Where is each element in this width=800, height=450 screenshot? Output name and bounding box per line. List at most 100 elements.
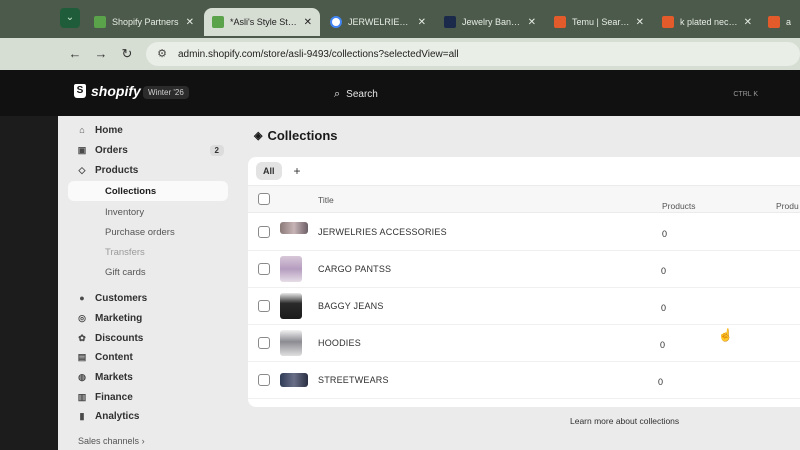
admin-main: ⌂ Home ▣ Orders 2 ◇ Products Collections… bbox=[58, 116, 800, 450]
browser-tab[interactable]: JERWELRIES ACC ✕ bbox=[322, 8, 434, 36]
sidebar-item-analytics[interactable]: ▮ Analytics bbox=[68, 406, 228, 426]
close-icon[interactable]: ✕ bbox=[298, 17, 312, 28]
temu-icon bbox=[662, 16, 674, 28]
hand-cursor-icon: ☝ bbox=[718, 328, 733, 342]
row-checkbox[interactable] bbox=[258, 300, 270, 312]
browser-tab-active[interactable]: *Asli's Style Stud ✕ bbox=[204, 8, 320, 36]
chevron-right-icon: › bbox=[141, 436, 145, 446]
sidebar-item-marketing[interactable]: ◎ Marketing bbox=[68, 308, 228, 328]
column-products[interactable]: Products bbox=[662, 201, 696, 211]
close-icon[interactable]: ✕ bbox=[412, 17, 426, 28]
url-text: admin.shopify.com/store/asli-9493/collec… bbox=[178, 48, 459, 60]
tab-label: Temu | Search JE bbox=[572, 17, 630, 27]
collection-title[interactable]: HOODIES bbox=[318, 338, 361, 348]
collection-title[interactable]: STREETWEARS bbox=[318, 375, 389, 385]
collection-title[interactable]: BAGGY JEANS bbox=[318, 301, 384, 311]
search-shortcut: CTRL K bbox=[733, 90, 758, 98]
tab-search-menu-button[interactable]: ⌄ bbox=[60, 8, 80, 28]
product-count: 0 bbox=[661, 266, 667, 276]
view-tab-all[interactable]: All bbox=[256, 162, 282, 180]
sidebar-item-label: Analytics bbox=[95, 410, 140, 422]
close-icon[interactable]: ✕ bbox=[522, 17, 536, 28]
sidebar-item-finance[interactable]: ▥ Finance bbox=[68, 387, 228, 407]
table-row[interactable]: JERWELRIES ACCESSORIES 0 bbox=[248, 214, 800, 251]
row-checkbox[interactable] bbox=[258, 337, 270, 349]
collection-title[interactable]: JERWELRIES ACCESSORIES bbox=[318, 227, 447, 237]
collection-thumbnail bbox=[280, 330, 302, 356]
shopify-logo[interactable]: S shopify bbox=[74, 83, 141, 99]
browser-tab[interactable]: Jewelry Banner ✕ bbox=[436, 8, 544, 36]
collection-thumbnail bbox=[280, 256, 302, 282]
collection-tag-icon: ◈ bbox=[254, 130, 263, 142]
sidebar-item-orders[interactable]: ▣ Orders 2 bbox=[68, 140, 228, 160]
sidebar-item-inventory[interactable]: Inventory bbox=[68, 202, 228, 222]
shopify-icon bbox=[212, 16, 224, 28]
search-bar[interactable]: ⌕ Search CTRL K bbox=[326, 82, 766, 106]
site-settings-icon[interactable]: ⚙ bbox=[154, 46, 170, 62]
row-checkbox[interactable] bbox=[258, 263, 270, 275]
target-icon: ◎ bbox=[78, 313, 86, 323]
product-count: 0 bbox=[662, 229, 668, 239]
bar-chart-icon: ▮ bbox=[79, 411, 85, 421]
collection-thumbnail bbox=[280, 373, 308, 387]
table-row[interactable]: STREETWEARS 0 bbox=[248, 362, 800, 399]
browser-tab[interactable]: Shopify Partners ✕ bbox=[86, 8, 202, 36]
sidebar-item-purchase-orders[interactable]: Purchase orders bbox=[68, 222, 228, 242]
sales-channels-link[interactable]: Sales channels › bbox=[78, 436, 145, 446]
orders-count-badge: 2 bbox=[209, 144, 224, 156]
page-title-text: Collections bbox=[267, 128, 338, 143]
browser-tab[interactable]: a y2 bbox=[760, 8, 800, 36]
sidebar: ⌂ Home ▣ Orders 2 ◇ Products Collections… bbox=[58, 116, 234, 450]
temu-icon bbox=[768, 16, 780, 28]
sidebar-item-customers[interactable]: ● Customers bbox=[68, 288, 228, 308]
table-row[interactable]: CARGO PANTSS 0 bbox=[248, 251, 800, 288]
table-row[interactable]: BAGGY JEANS 0 bbox=[248, 288, 800, 325]
address-bar[interactable]: ⚙ admin.shopify.com/store/asli-9493/coll… bbox=[146, 42, 800, 66]
collection-title[interactable]: CARGO PANTSS bbox=[318, 264, 391, 274]
sidebar-item-markets[interactable]: ◍ Markets bbox=[68, 367, 228, 387]
column-product-conditions[interactable]: Produ bbox=[776, 201, 799, 211]
sidebar-item-products[interactable]: ◇ Products bbox=[68, 160, 228, 180]
row-checkbox[interactable] bbox=[258, 374, 270, 386]
sidebar-item-transfers[interactable]: Transfers bbox=[68, 242, 228, 262]
product-count: 0 bbox=[661, 303, 667, 313]
sidebar-item-content[interactable]: ▤ Content bbox=[68, 347, 228, 367]
sidebar-item-collections[interactable]: Collections bbox=[68, 181, 228, 201]
home-icon: ⌂ bbox=[79, 125, 85, 135]
close-icon[interactable]: ✕ bbox=[180, 17, 194, 28]
person-icon: ● bbox=[79, 293, 85, 303]
view-tabs: All + bbox=[256, 161, 301, 181]
tab-label: JERWELRIES ACC bbox=[348, 17, 412, 27]
row-checkbox[interactable] bbox=[258, 226, 270, 238]
sidebar-item-label: Finance bbox=[95, 391, 133, 403]
learn-more-link[interactable]: Learn more about collections bbox=[570, 416, 679, 426]
column-title[interactable]: Title bbox=[318, 195, 334, 205]
select-all-checkbox[interactable] bbox=[258, 193, 270, 205]
sidebar-item-label: Content bbox=[95, 351, 133, 363]
search-placeholder: Search bbox=[346, 88, 378, 100]
browser-tab[interactable]: Temu | Search JE ✕ bbox=[546, 8, 652, 36]
edition-badge[interactable]: Winter '26 bbox=[143, 86, 189, 99]
sidebar-item-label: Markets bbox=[95, 371, 133, 383]
discount-icon: ✿ bbox=[78, 333, 86, 343]
reload-icon[interactable]: ↻ bbox=[118, 45, 136, 63]
collection-thumbnail bbox=[280, 222, 308, 234]
sidebar-item-label: Inventory bbox=[105, 206, 145, 218]
tab-label: Shopify Partners bbox=[112, 17, 179, 27]
browser-tab[interactable]: k plated necklac ✕ bbox=[654, 8, 760, 36]
sidebar-item-home[interactable]: ⌂ Home bbox=[68, 120, 228, 140]
close-icon[interactable]: ✕ bbox=[630, 17, 644, 28]
product-count: 0 bbox=[658, 377, 664, 387]
sidebar-item-gift-cards[interactable]: Gift cards bbox=[68, 262, 228, 282]
close-icon[interactable]: ✕ bbox=[738, 17, 752, 28]
back-arrow-icon[interactable]: ← bbox=[66, 45, 84, 63]
content-icon: ▤ bbox=[77, 352, 87, 362]
sidebar-item-discounts[interactable]: ✿ Discounts bbox=[68, 328, 228, 348]
forward-arrow-icon[interactable]: → bbox=[92, 45, 110, 63]
browser-tab-strip: ⌄ Shopify Partners ✕ *Asli's Style Stud … bbox=[0, 0, 800, 38]
google-icon bbox=[330, 16, 342, 28]
add-view-button[interactable]: + bbox=[294, 164, 301, 178]
sales-channels-label: Sales channels bbox=[78, 436, 140, 446]
shopify-bag-icon: S bbox=[74, 84, 86, 98]
tab-label: k plated necklac bbox=[680, 17, 738, 27]
